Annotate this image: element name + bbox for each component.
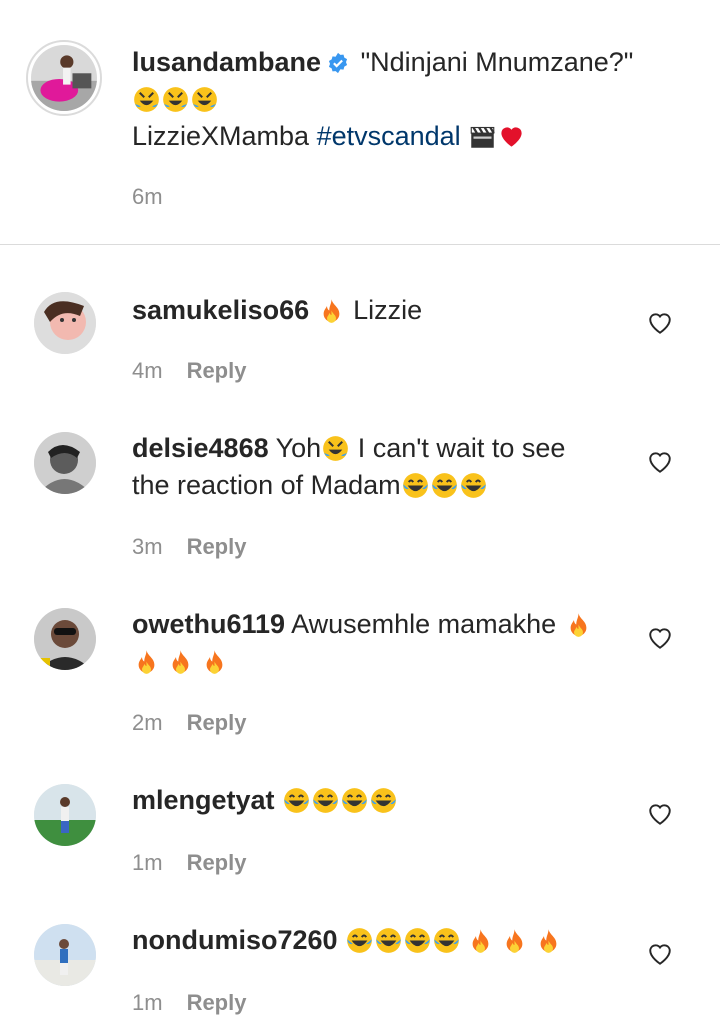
joy-emoji — [370, 787, 397, 814]
joy-emoji — [346, 927, 373, 954]
reply-button[interactable]: Reply — [187, 534, 247, 559]
comment-text: nondumiso7260 — [132, 922, 602, 959]
comment-body: Yoh — [275, 433, 322, 463]
comment-body: Awusemhle mamakhe — [291, 609, 564, 639]
like-heart-icon[interactable] — [647, 310, 673, 336]
fire-emoji — [501, 927, 528, 954]
joy-emoji — [433, 927, 460, 954]
comment-timestamp: 1m — [132, 850, 163, 875]
author-avatar[interactable] — [26, 40, 102, 116]
comment-text: mlengetyat — [132, 782, 602, 819]
comment-meta: 2m Reply — [132, 710, 246, 736]
reply-button[interactable]: Reply — [187, 710, 247, 735]
commenter-avatar[interactable] — [34, 292, 96, 354]
joy-emoji — [404, 927, 431, 954]
like-heart-icon[interactable] — [647, 625, 673, 651]
commenter-avatar[interactable] — [34, 608, 96, 670]
joy-emoji — [283, 787, 310, 814]
rofl-emoji — [322, 435, 349, 462]
comment-username[interactable]: delsie4868 — [132, 433, 269, 463]
comment-timestamp: 3m — [132, 534, 163, 559]
post-caption: lusandambane "Ndinjani Mnumzane?" Lizzie… — [0, 0, 720, 244]
comment-text: owethu6119 Awusemhle mamakhe — [132, 606, 602, 680]
comment-meta: 1m Reply — [132, 850, 246, 876]
reply-button[interactable]: Reply — [187, 850, 247, 875]
comment-username[interactable]: samukeliso66 — [132, 295, 309, 325]
comment-timestamp: 1m — [132, 990, 163, 1015]
caption-username[interactable]: lusandambane — [132, 47, 321, 77]
comment-timestamp: 4m — [132, 358, 163, 383]
joy-emoji — [341, 787, 368, 814]
verified-badge-icon — [327, 47, 349, 74]
joy-emoji — [312, 787, 339, 814]
fire-emoji — [565, 611, 592, 638]
fire-emoji — [318, 297, 345, 324]
commenter-avatar[interactable] — [34, 924, 96, 986]
rofl-emoji — [133, 86, 160, 113]
comment-meta: 3m Reply — [132, 534, 246, 560]
joy-emoji — [460, 472, 487, 499]
caption-quote: "Ndinjani Mnumzane?" — [360, 47, 634, 77]
comment-body: Lizzie — [353, 295, 423, 325]
fire-emoji — [467, 927, 494, 954]
reply-button[interactable]: Reply — [187, 990, 247, 1015]
rofl-emoji — [162, 86, 189, 113]
like-heart-icon[interactable] — [647, 801, 673, 827]
like-heart-icon[interactable] — [647, 449, 673, 475]
like-heart-icon[interactable] — [647, 941, 673, 967]
clapper-board-emoji — [469, 123, 496, 150]
comment-meta: 1m Reply — [132, 990, 246, 1016]
comment-username[interactable]: owethu6119 — [132, 609, 285, 639]
caption-line3: LizzieXMamba — [132, 121, 317, 151]
fire-emoji — [167, 648, 194, 675]
divider — [0, 244, 720, 245]
comment-username[interactable]: mlengetyat — [132, 785, 275, 815]
reply-button[interactable]: Reply — [187, 358, 247, 383]
caption-text: lusandambane "Ndinjani Mnumzane?" Lizzie… — [132, 44, 692, 155]
joy-emoji — [431, 472, 458, 499]
commenter-avatar[interactable] — [34, 432, 96, 494]
hashtag-link[interactable]: #etvscandal — [317, 121, 461, 151]
commenter-avatar[interactable] — [34, 784, 96, 846]
comment-timestamp: 2m — [132, 710, 163, 735]
comment-meta: 4m Reply — [132, 358, 246, 384]
fire-emoji — [201, 648, 228, 675]
comment-text: samukeliso66 Lizzie — [132, 292, 602, 329]
comment-username[interactable]: nondumiso7260 — [132, 925, 338, 955]
rofl-emoji — [191, 86, 218, 113]
joy-emoji — [402, 472, 429, 499]
joy-emoji — [375, 927, 402, 954]
caption-timestamp: 6m — [132, 184, 163, 209]
fire-emoji — [535, 927, 562, 954]
fire-emoji — [133, 648, 160, 675]
caption-emoji-row — [132, 84, 219, 114]
comment-text: delsie4868 Yoh I can't wait to see the r… — [132, 430, 602, 504]
red-heart-emoji — [498, 123, 525, 150]
